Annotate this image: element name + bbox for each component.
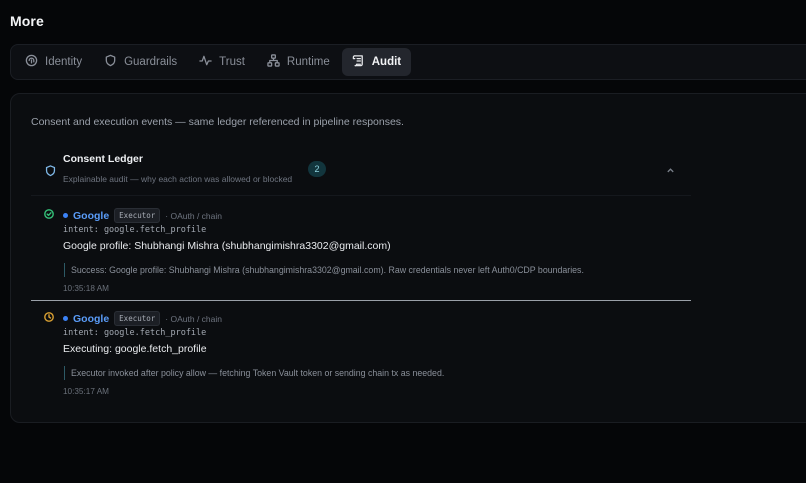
tab-label: Audit: [371, 56, 402, 68]
network-icon: [267, 54, 280, 70]
tab-label: Runtime: [286, 56, 330, 68]
event-intent: intent: google.fetch_profile: [63, 225, 207, 235]
event-timestamp: 10:35:18 AM: [63, 284, 109, 293]
fingerprint-icon: [25, 54, 38, 70]
panel-description: Consent and execution events — same ledg…: [31, 116, 404, 128]
tab-bar: Identity Guardrails Trust Runtime Audit: [10, 44, 806, 80]
page-title: More: [10, 13, 44, 29]
audit-page: More Identity Guardrails Trust Runtime A…: [0, 0, 806, 483]
tab-runtime[interactable]: Runtime: [257, 48, 340, 76]
shield-icon: [45, 164, 56, 182]
scroll-icon: [352, 54, 365, 70]
event-meta: Google Executor · OAuth / chain: [63, 311, 222, 326]
tab-label: Guardrails: [124, 56, 178, 68]
provider-name[interactable]: Google: [73, 313, 109, 325]
tab-identity[interactable]: Identity: [15, 48, 92, 76]
event-summary: Executing: google.fetch_profile: [63, 343, 207, 355]
event-timestamp: 10:35:17 AM: [63, 387, 109, 396]
tab-label: Trust: [219, 56, 245, 68]
event-chain: · OAuth / chain: [165, 210, 222, 221]
tab-guardrails[interactable]: Guardrails: [94, 48, 187, 76]
event-chain: · OAuth / chain: [165, 313, 222, 324]
event-detail: Executor invoked after policy allow — fe…: [64, 366, 444, 380]
tab-audit[interactable]: Audit: [341, 48, 412, 76]
event-count-badge: 2: [308, 161, 326, 177]
clock-icon: [44, 309, 54, 327]
provider-name[interactable]: Google: [73, 210, 109, 222]
ledger-title: Consent Ledger: [63, 153, 143, 165]
tab-label: Identity: [45, 56, 83, 68]
tab-trust[interactable]: Trust: [189, 48, 255, 76]
ledger-subtitle: Explainable audit — why each action was …: [63, 174, 293, 184]
audit-panel: Consent and execution events — same ledg…: [10, 93, 806, 423]
ledger-divider: [31, 195, 691, 196]
activity-icon: [199, 54, 212, 70]
event-summary: Google profile: Shubhangi Mishra (shubha…: [63, 240, 391, 252]
event-detail: Success: Google profile: Shubhangi Mishr…: [64, 263, 584, 277]
provider-dot: [63, 213, 68, 218]
role-badge: Executor: [114, 311, 161, 326]
event-intent: intent: google.fetch_profile: [63, 328, 207, 338]
provider-dot: [63, 316, 68, 321]
shield-icon: [104, 54, 117, 70]
consent-ledger-header[interactable]: Consent Ledger Explainable audit — why e…: [42, 144, 692, 190]
chevron-up-icon[interactable]: [666, 162, 675, 180]
check-circle-icon: [44, 206, 54, 224]
event-divider: [31, 300, 691, 301]
event-meta: Google Executor · OAuth / chain: [63, 208, 222, 223]
role-badge: Executor: [114, 208, 161, 223]
